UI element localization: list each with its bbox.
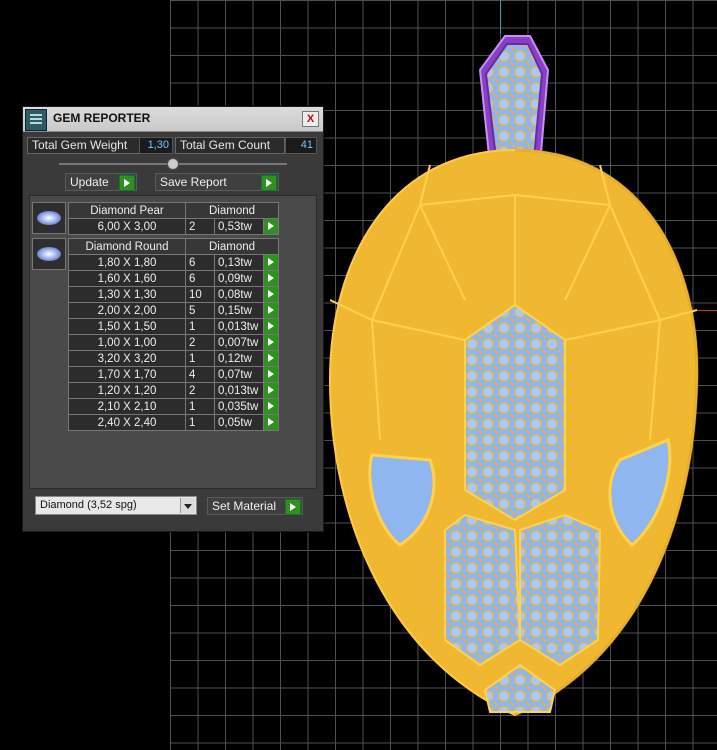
gem-material-label: Diamond — [185, 202, 279, 219]
green-play-arrow-icon[interactable] — [263, 270, 279, 287]
gem-shape-label: Diamond Pear — [68, 202, 186, 219]
gem-size: 1,50 X 1,50 — [68, 318, 186, 335]
gem-weight: 0,007tw — [214, 334, 264, 351]
gem-count: 1 — [185, 350, 215, 367]
save-report-button[interactable]: Save Report — [155, 173, 279, 191]
table-row[interactable]: 1,50 X 1,50 1 0,013tw — [68, 318, 279, 335]
gem-size: 1,20 X 1,20 — [68, 382, 186, 399]
gem-size: 1,00 X 1,00 — [68, 334, 186, 351]
green-play-arrow-icon[interactable] — [263, 318, 279, 335]
table-row[interactable]: 2,00 X 2,00 5 0,15tw — [68, 302, 279, 319]
update-label: Update — [70, 175, 109, 189]
gem-count: 2 — [185, 382, 215, 399]
gem-count: 5 — [185, 302, 215, 319]
green-play-arrow-icon[interactable] — [263, 218, 279, 235]
gem-group-header: Diamond Pear Diamond — [68, 202, 279, 219]
table-row[interactable]: 2,10 X 2,10 1 0,035tw — [68, 398, 279, 415]
chevron-down-icon[interactable] — [180, 498, 195, 513]
gem-weight: 0,013tw — [214, 382, 264, 399]
gem-weight: 0,12tw — [214, 350, 264, 367]
gem-weight: 0,53tw — [214, 218, 264, 235]
close-icon[interactable]: X — [302, 111, 319, 127]
gem-material-label: Diamond — [185, 238, 279, 255]
gem-reporter-icon — [25, 109, 47, 131]
gem-weight: 0,09tw — [214, 270, 264, 287]
gem-weight: 0,05tw — [214, 414, 264, 431]
gem-group-pear: Diamond Pear Diamond 6,00 X 3,00 2 0,53tw — [68, 202, 279, 235]
gem-weight: 0,07tw — [214, 366, 264, 383]
green-play-arrow-icon[interactable] — [263, 254, 279, 271]
gem-thumbnail-icon[interactable] — [32, 202, 66, 234]
slider-handle[interactable] — [167, 158, 179, 170]
total-gem-weight-value: 1,30 — [139, 137, 173, 154]
table-row[interactable]: 1,20 X 1,20 2 0,013tw — [68, 382, 279, 399]
table-row[interactable]: 6,00 X 3,00 2 0,53tw — [68, 218, 279, 235]
gem-size: 1,80 X 1,80 — [68, 254, 186, 271]
green-play-arrow-icon[interactable] — [263, 334, 279, 351]
green-play-arrow-icon — [261, 175, 277, 191]
green-play-arrow-icon[interactable] — [263, 414, 279, 431]
update-button[interactable]: Update — [65, 173, 137, 191]
gem-count: 1 — [185, 398, 215, 415]
table-row[interactable]: 1,30 X 1,30 10 0,08tw — [68, 286, 279, 303]
table-row[interactable]: 1,00 X 1,00 2 0,007tw — [68, 334, 279, 351]
material-select-value: Diamond (3,52 spg) — [40, 499, 137, 511]
total-gem-count-value: 41 — [285, 137, 317, 154]
gem-reporter-panel: GEM REPORTER X Total Gem Weight 1,30 Tot… — [22, 106, 324, 532]
set-material-label: Set Material — [212, 499, 277, 513]
gem-size: 1,30 X 1,30 — [68, 286, 186, 303]
green-play-arrow-icon — [119, 175, 135, 191]
gem-count: 4 — [185, 366, 215, 383]
table-row[interactable]: 1,80 X 1,80 6 0,13tw — [68, 254, 279, 271]
gem-weight: 0,13tw — [214, 254, 264, 271]
gem-count: 2 — [185, 334, 215, 351]
gem-weight: 0,035tw — [214, 398, 264, 415]
gem-count: 10 — [185, 286, 215, 303]
gem-count: 1 — [185, 318, 215, 335]
set-material-button[interactable]: Set Material — [207, 497, 303, 515]
gem-shape-label: Diamond Round — [68, 238, 186, 255]
total-gem-weight-label: Total Gem Weight — [27, 137, 140, 154]
gem-size: 1,60 X 1,60 — [68, 270, 186, 287]
gem-size: 6,00 X 3,00 — [68, 218, 186, 235]
gem-size: 1,70 X 1,70 — [68, 366, 186, 383]
green-play-arrow-icon[interactable] — [263, 350, 279, 367]
gem-size: 2,00 X 2,00 — [68, 302, 186, 319]
gem-group-round: Diamond Round Diamond 1,80 X 1,80 6 0,13tw 1,… — [68, 238, 279, 431]
gem-list[interactable]: Diamond Pear Diamond 6,00 X 3,00 2 0,53tw Di… — [29, 195, 317, 489]
gem-weight: 0,013tw — [214, 318, 264, 335]
title-bar[interactable]: GEM REPORTER X — [23, 107, 323, 132]
panel-title: GEM REPORTER — [53, 111, 151, 125]
green-play-arrow-icon[interactable] — [263, 286, 279, 303]
table-row[interactable]: 1,70 X 1,70 4 0,07tw — [68, 366, 279, 383]
gem-size: 3,20 X 3,20 — [68, 350, 186, 367]
green-play-arrow-icon[interactable] — [263, 382, 279, 399]
table-row[interactable]: 1,60 X 1,60 6 0,09tw — [68, 270, 279, 287]
gem-count: 1 — [185, 414, 215, 431]
gem-size: 2,10 X 2,10 — [68, 398, 186, 415]
gem-thumbnail-icon[interactable] — [32, 238, 66, 270]
gem-weight: 0,08tw — [214, 286, 264, 303]
green-play-arrow-icon — [285, 499, 301, 515]
gem-count: 6 — [185, 270, 215, 287]
table-row[interactable]: 3,20 X 3,20 1 0,12tw — [68, 350, 279, 367]
gem-count: 6 — [185, 254, 215, 271]
gem-count: 2 — [185, 218, 215, 235]
table-row[interactable]: 2,40 X 2,40 1 0,05tw — [68, 414, 279, 431]
gem-weight: 0,15tw — [214, 302, 264, 319]
green-play-arrow-icon[interactable] — [263, 302, 279, 319]
green-play-arrow-icon[interactable] — [263, 366, 279, 383]
green-play-arrow-icon[interactable] — [263, 398, 279, 415]
gem-group-header: Diamond Round Diamond — [68, 238, 279, 255]
total-gem-count-label: Total Gem Count — [175, 137, 285, 154]
gem-size: 2,40 X 2,40 — [68, 414, 186, 431]
pendant-body[interactable] — [328, 148, 699, 717]
save-report-label: Save Report — [160, 175, 227, 189]
material-select[interactable]: Diamond (3,52 spg) — [35, 496, 197, 515]
